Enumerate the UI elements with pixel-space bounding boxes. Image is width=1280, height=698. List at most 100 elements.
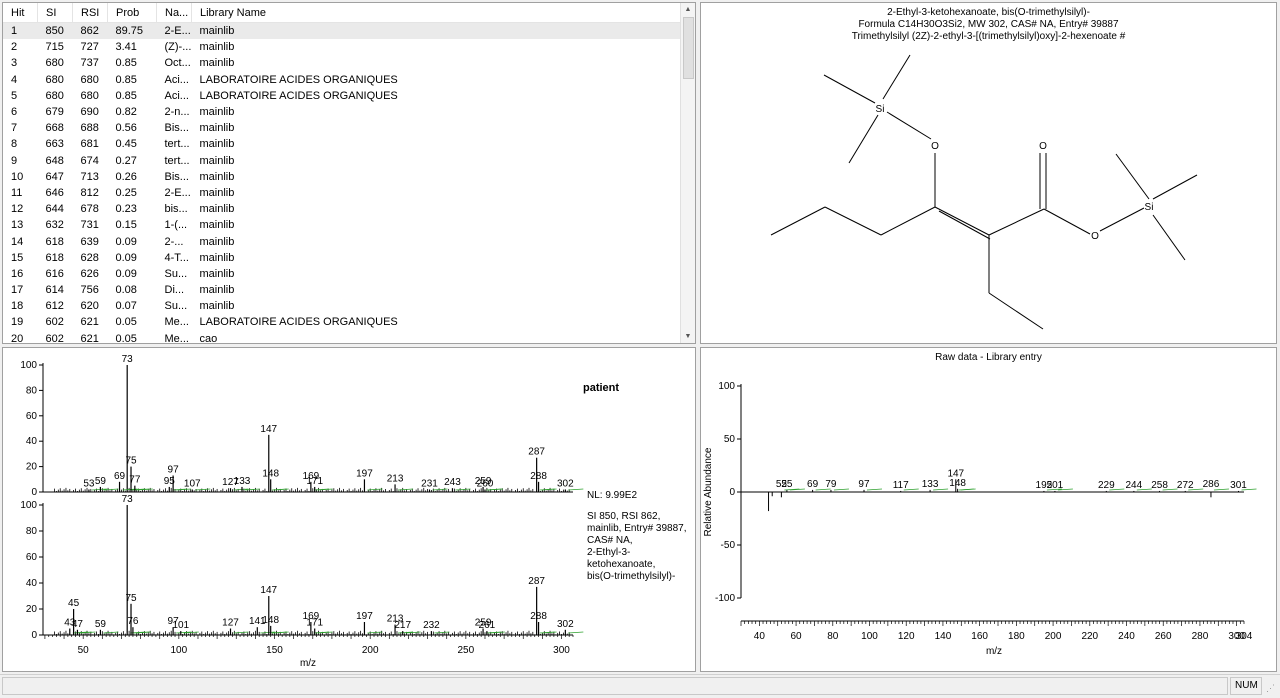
raw-data-plot: 100 50 0 -50 -100 Relative Abundance 40 60 80 100… <box>703 381 1257 657</box>
table-cell: mainlib <box>199 57 235 70</box>
table-cell: 602 <box>45 316 64 329</box>
table-row[interactable]: 12 644 678 0.23 bis... mainlib <box>3 201 683 217</box>
peak-label: 288 <box>530 471 547 482</box>
info-line: 2-Ethyl-3- <box>587 547 631 558</box>
resize-grip-icon[interactable]: ⋰ <box>1266 683 1275 694</box>
peak-label: 171 <box>306 476 323 487</box>
peak-label: 59 <box>95 476 107 487</box>
peak-label: 171 <box>306 618 323 629</box>
table-cell: 11 <box>11 186 23 199</box>
info-line: bis(O-trimethylsilyl)- <box>587 571 676 582</box>
peak-label: 201 <box>1047 480 1064 491</box>
x-axis-label: m/z <box>986 646 1002 657</box>
table-cell: 2 <box>11 41 18 54</box>
x-tick-label: 160 <box>971 631 988 642</box>
table-cell: 19 <box>11 316 24 329</box>
table-cell: 0.09 <box>115 235 137 248</box>
peak-label: 148 <box>262 468 279 479</box>
table-cell: 628 <box>80 251 99 264</box>
table-row[interactable]: 13 632 731 0.15 1-(... mainlib <box>3 217 683 233</box>
scrollbar-thumb[interactable] <box>683 17 694 79</box>
table-cell: 17 <box>11 284 24 297</box>
info-line: ketohexanoate, <box>587 559 656 570</box>
ester-oxygen-label: O <box>1091 231 1099 242</box>
table-cell: 731 <box>80 219 99 232</box>
y-tick-label: 60 <box>26 411 38 422</box>
table-row[interactable]: 1 850 862 89.75 2-E... mainlib <box>3 22 683 40</box>
table-row[interactable]: 18 612 620 0.07 Su... mainlib <box>3 298 683 314</box>
table-cell: 0.85 <box>115 89 137 102</box>
table-row[interactable]: 9 648 674 0.27 tert... mainlib <box>3 153 683 169</box>
table-cell: (Z)-... <box>164 41 192 54</box>
table-cell: 20 <box>11 332 24 344</box>
table-cell: 2-... <box>164 235 184 248</box>
table-cell: 18 <box>11 300 24 313</box>
table-cell: 0.85 <box>115 57 137 70</box>
table-cell: mainlib <box>199 251 235 264</box>
peak-label: 101 <box>172 620 189 631</box>
peak-marker <box>541 631 557 634</box>
table-row[interactable]: 14 618 639 0.09 2-... mainlib <box>3 233 683 249</box>
peak-label: 260 <box>477 478 494 489</box>
y-tick-label: 100 <box>20 360 37 371</box>
table-cell: 14 <box>11 235 24 248</box>
mass-spectra-plot: 1008060402007353 59 697577 9597107 127133147… <box>20 354 584 669</box>
info-line: SI 850, RSI 862, <box>587 511 661 522</box>
peak-label: 244 <box>1126 480 1143 491</box>
table-row[interactable]: 10 647 713 0.26 Bis... mainlib <box>3 169 683 185</box>
table-row[interactable]: 6 679 690 0.82 2-n... mainlib <box>3 104 683 120</box>
num-lock-indicator: NUM <box>1230 677 1262 695</box>
peak-label: 147 <box>260 585 277 596</box>
table-row[interactable]: 20 602 621 0.05 Me... cao <box>3 331 683 344</box>
table-cell: 618 <box>45 251 64 264</box>
column-header[interactable]: Prob <box>107 3 157 23</box>
table-row[interactable]: 19 602 621 0.05 Me... LABORATOIRE ACIDES ORGA… <box>3 314 683 330</box>
x-tick-label: 250 <box>458 645 475 656</box>
hit-list-scrollbar[interactable]: ▲ ▼ <box>680 3 695 343</box>
column-header[interactable]: Hit <box>3 3 38 23</box>
spectra-comparison-panel: 100 80 60 40 20 0 73 53 59 69 75 77 95 97 107 127 133 147… <box>2 347 696 672</box>
table-cell: mainlib <box>199 170 235 183</box>
column-header[interactable]: Na... <box>156 3 192 23</box>
x-tick-label: 100 <box>171 645 188 656</box>
table-row[interactable]: 5 680 680 0.85 Aci... LABORATOIRE ACIDES ORGA… <box>3 88 683 104</box>
table-row[interactable]: 8 663 681 0.45 tert... mainlib <box>3 136 683 152</box>
table-row[interactable]: 16 616 626 0.09 Su... mainlib <box>3 266 683 282</box>
table-cell: 0.26 <box>115 170 137 183</box>
table-cell: 648 <box>45 154 64 167</box>
x-tick-label: 40 <box>754 631 766 642</box>
table-cell: 0.07 <box>115 300 137 313</box>
table-cell: 680 <box>45 73 64 86</box>
peak-label: 258 <box>1151 480 1168 491</box>
peak-label: 69 <box>807 479 819 490</box>
column-header[interactable]: SI <box>37 3 73 23</box>
table-cell: 1-(... <box>164 219 188 232</box>
scroll-down-icon[interactable]: ▼ <box>681 330 695 343</box>
column-header[interactable]: RSI <box>72 3 108 23</box>
peak-label: 127 <box>222 618 239 629</box>
table-row[interactable]: 7 668 688 0.56 Bis... mainlib <box>3 120 683 136</box>
peak-label: 229 <box>1098 480 1115 491</box>
peak-label: 231 <box>421 478 438 489</box>
table-row[interactable]: 3 680 737 0.85 Oct... mainlib <box>3 55 683 71</box>
table-row[interactable]: 15 618 628 0.09 4-T... mainlib <box>3 250 683 266</box>
carbonyl-oxygen-label: O <box>1039 141 1047 152</box>
table-cell: 0.09 <box>115 267 137 280</box>
table-cell: 621 <box>80 316 99 329</box>
peak-marker <box>568 631 584 634</box>
table-row[interactable]: 17 614 756 0.08 Di... mainlib <box>3 282 683 298</box>
table-row[interactable]: 11 646 812 0.25 2-E... mainlib <box>3 185 683 201</box>
table-cell: Su... <box>164 300 188 313</box>
table-row[interactable]: 4 680 680 0.85 Aci... LABORATOIRE ACIDES ORGA… <box>3 72 683 88</box>
column-header[interactable]: Library Name <box>191 3 683 23</box>
peak-marker <box>273 631 289 634</box>
table-cell: 668 <box>45 122 64 135</box>
scroll-up-icon[interactable]: ▲ <box>681 3 695 16</box>
peak-label: 53 <box>83 478 95 489</box>
status-message <box>2 677 1228 695</box>
peak-marker <box>233 631 249 634</box>
peak-label: 147 <box>260 424 277 435</box>
table-row[interactable]: 2 715 727 3.41 (Z)-... mainlib <box>3 39 683 55</box>
peak-label: 288 <box>530 611 547 622</box>
peak-label: 243 <box>444 477 461 488</box>
